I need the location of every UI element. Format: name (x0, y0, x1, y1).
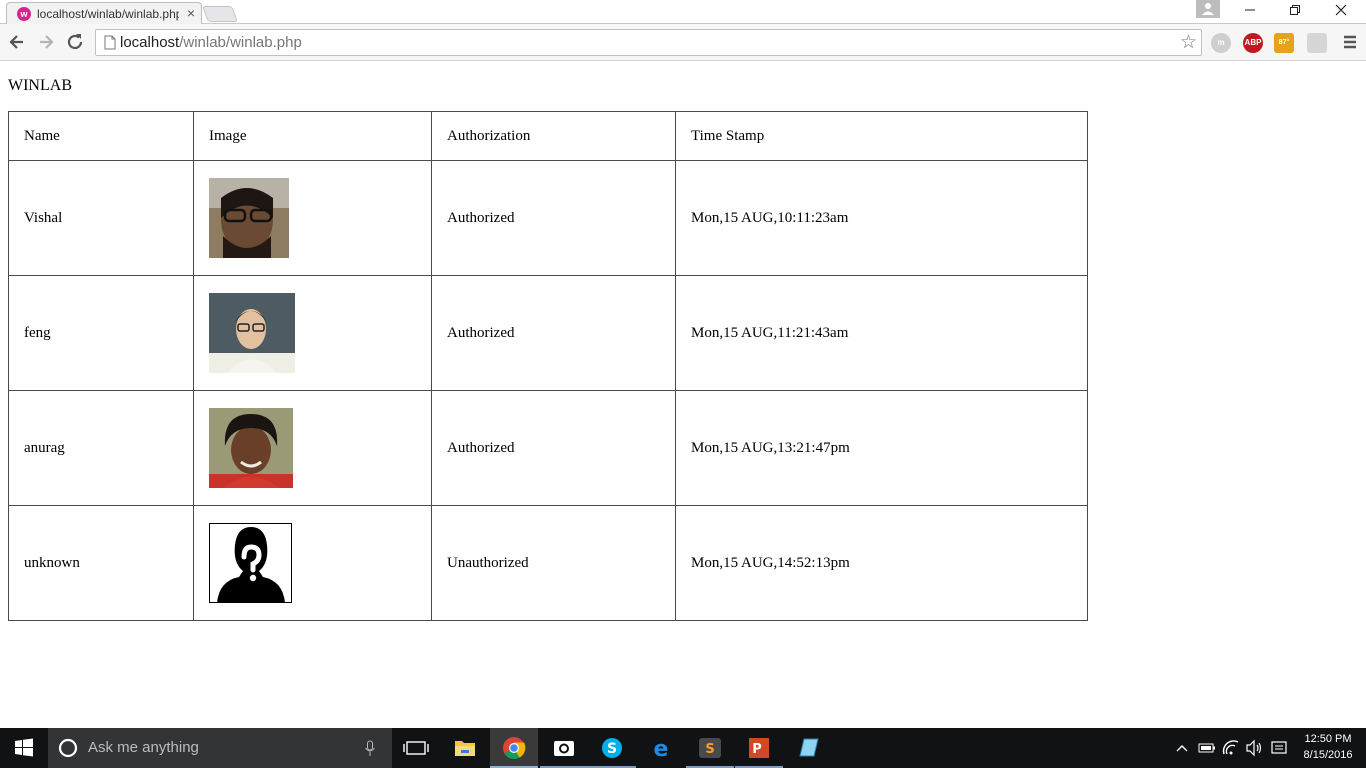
column-header-image: Image (193, 111, 432, 161)
access-log-table: Name Image Authorization Time Stamp Vish… (8, 111, 1088, 621)
column-header-name: Name (8, 111, 194, 161)
name-cell: Vishal (8, 160, 194, 276)
image-cell (193, 390, 432, 506)
timestamp-cell: Mon,15 AUG,10:11:23am (675, 160, 1088, 276)
url-path: /winlab/winlab.php (179, 34, 302, 51)
volume-icon[interactable] (1243, 728, 1265, 768)
back-button[interactable] (6, 31, 28, 53)
svg-text:S: S (607, 741, 617, 757)
profile-icon[interactable] (1196, 0, 1220, 18)
url-host: localhost (120, 34, 180, 51)
restore-button[interactable] (1272, 0, 1318, 24)
image-cell (193, 275, 432, 391)
camera-app-icon[interactable] (540, 728, 588, 768)
name-cell: anurag (8, 390, 194, 506)
file-explorer-icon[interactable] (441, 728, 489, 768)
table-row: anurag Authorized Mon,15 AUG,13:21:47pm (8, 390, 1088, 506)
page-icon (104, 35, 116, 55)
edge-browser-icon[interactable]: e (637, 728, 685, 768)
extension-m-icon[interactable]: m (1211, 33, 1231, 53)
face-photo-feng (209, 293, 295, 373)
extension-tray-icon[interactable] (1307, 33, 1327, 53)
microphone-icon[interactable] (364, 740, 376, 757)
address-bar[interactable]: localhost/winlab/winlab.php ☆ (95, 29, 1202, 56)
close-window-button[interactable] (1318, 0, 1364, 24)
timestamp-cell: Mon,15 AUG,13:21:47pm (675, 390, 1088, 506)
column-header-timestamp: Time Stamp (675, 111, 1088, 161)
table-row: unknown Unauthorized Mon,15 AUG,14:52:13… (8, 505, 1088, 621)
weather-extension-icon[interactable]: 87° (1274, 33, 1294, 53)
bookmark-star-icon[interactable]: ☆ (1180, 31, 1197, 54)
page-content: WINLAB Name Image Authorization Time Sta… (0, 62, 1366, 728)
image-cell (193, 160, 432, 276)
wifi-icon[interactable] (1220, 728, 1242, 768)
adblock-plus-icon[interactable]: ABP (1243, 33, 1263, 53)
table-header-row: Name Image Authorization Time Stamp (8, 111, 1088, 161)
timestamp-cell: Mon,15 AUG,14:52:13pm (675, 505, 1088, 621)
show-hidden-icons-chevron-icon[interactable] (1172, 728, 1192, 768)
powerpoint-icon[interactable]: P (735, 728, 783, 768)
site-favicon-icon: w (17, 7, 31, 21)
url-text: localhost/winlab/winlab.php (120, 34, 302, 51)
authorization-cell: Unauthorized (431, 505, 676, 621)
timestamp-cell: Mon,15 AUG,11:21:43am (675, 275, 1088, 391)
forward-button[interactable] (35, 31, 57, 53)
minimize-button[interactable] (1227, 0, 1273, 24)
page-title: WINLAB (8, 77, 72, 94)
image-cell (193, 505, 432, 621)
face-photo-anurag (209, 408, 293, 488)
authorization-cell: Authorized (431, 275, 676, 391)
name-cell: unknown (8, 505, 194, 621)
browser-tab[interactable]: w localhost/winlab/winlab.php × (6, 2, 202, 25)
chrome-menu-icon[interactable] (1339, 31, 1361, 53)
sublime-text-icon[interactable]: S (686, 728, 734, 768)
table-row: feng Authorized Mon,15 AUG,11:21:43am (8, 275, 1088, 391)
authorization-cell: Authorized (431, 160, 676, 276)
table-row: Vishal Authorized Mon,15 AUG,10:11:23am (8, 160, 1088, 276)
battery-icon[interactable] (1196, 728, 1218, 768)
clock-date: 8/15/2016 (1303, 749, 1353, 761)
cortana-icon (58, 738, 78, 758)
column-header-authorization: Authorization (431, 111, 676, 161)
action-center-icon[interactable] (1268, 728, 1290, 768)
browser-titlebar: w localhost/winlab/winlab.php × (0, 0, 1366, 25)
authorization-cell: Authorized (431, 390, 676, 506)
svg-text:e: e (654, 737, 669, 762)
skype-icon[interactable]: S (588, 728, 636, 768)
name-cell: feng (8, 275, 194, 391)
task-view-icon[interactable] (392, 728, 440, 768)
notes-app-icon[interactable] (784, 728, 832, 768)
unknown-person-silhouette-icon (209, 523, 292, 603)
browser-toolbar: localhost/winlab/winlab.php ☆ m ABP 87° (0, 24, 1366, 61)
new-tab-button[interactable] (202, 6, 238, 22)
clock-time: 12:50 PM (1304, 733, 1352, 745)
svg-text:P: P (752, 742, 762, 757)
svg-text:S: S (705, 742, 714, 757)
start-button[interactable] (0, 728, 48, 768)
tab-close-icon[interactable]: × (187, 5, 195, 21)
system-clock[interactable]: 12:50 PM 8/15/2016 (1298, 731, 1358, 763)
search-placeholder: Ask me anything (88, 739, 199, 756)
reload-button[interactable] (64, 31, 86, 53)
chrome-taskbar-icon[interactable] (490, 728, 538, 768)
cortana-search-box[interactable]: Ask me anything (48, 728, 392, 768)
windows-taskbar: Ask me anything S e S P 12:50 PM 8/15/20… (0, 728, 1366, 768)
tab-title: localhost/winlab/winlab.php (37, 7, 179, 21)
face-photo-vishal (209, 178, 289, 258)
